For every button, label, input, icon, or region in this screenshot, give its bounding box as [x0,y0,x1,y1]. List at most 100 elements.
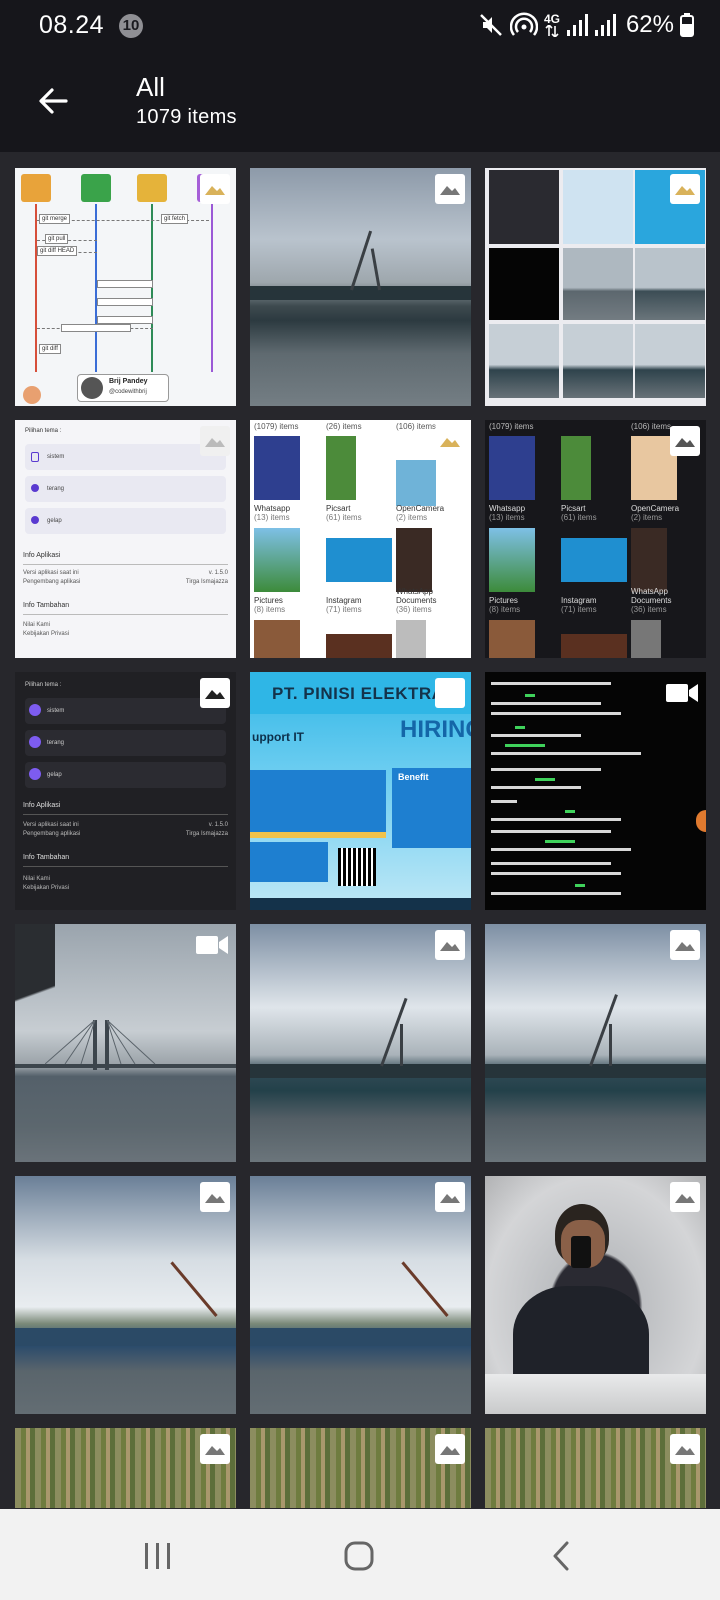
settings-version-value: v. 1.5.0 [208,822,228,828]
caption-handle: @codewithbrij [109,389,147,395]
image-type-icon [435,426,465,456]
settings-version-value: v. 1.5.0 [208,570,228,576]
folder-name: OpenCamera [631,504,680,513]
image-type-icon [435,930,465,960]
folder-name: Instagram [561,596,597,605]
settings-info-heading: Info Aplikasi [23,552,61,559]
image-type-icon [200,426,230,456]
network-label: 4G [543,12,560,26]
settings-developer-value: Tirga Ismajazza [185,831,228,837]
settings-theme-heading: Pilihan tema : [25,682,62,688]
folder-count: (36) items [396,605,432,614]
media-tile[interactable]: Pilihan tema : sistem terang gelap Info … [15,420,236,658]
folder-name: Pictures [254,596,283,605]
video-type-icon [194,930,230,960]
image-type-icon [670,426,700,456]
settings-extra-heading: Info Tambahan [23,602,70,609]
settings-developer-value: Tirga Ismajazza [185,579,228,585]
settings-option: sistem [47,708,65,714]
media-tile[interactable] [485,1428,706,1508]
mute-icon [480,14,502,36]
media-grid-area[interactable]: git merge git fetch git pull git diff HE… [0,152,720,1509]
hotspot-icon [509,12,538,36]
media-tile[interactable]: Pilihan tema : sistem terang gelap Info … [15,672,236,910]
settings-option: sistem [47,454,65,460]
settings-option: terang [47,740,65,746]
folder-count: (36) items [631,605,667,614]
media-tile[interactable]: git merge git fetch git pull git diff HE… [15,168,236,406]
media-tile[interactable] [250,168,471,406]
network-indicator: 4G [544,13,560,37]
media-tile[interactable] [250,924,471,1162]
folder-name: Instagram [326,596,362,605]
media-tile[interactable]: (1079) items (26) items (106) items What… [250,420,471,658]
folder-name: WhatsApp Documents [396,587,437,605]
folder-count: (2) items [396,513,428,522]
settings-info-heading: Info Aplikasi [23,802,61,809]
image-type-icon [435,1434,465,1464]
folder-count: (106) items [631,422,672,431]
image-type-icon [435,174,465,204]
media-tile[interactable] [15,1428,236,1508]
page-title: All [136,72,165,102]
media-tile[interactable] [15,924,236,1162]
folder-name: Whatsapp [254,504,291,513]
signal-icon [566,14,588,36]
media-tile[interactable] [485,924,706,1162]
status-bar: 08.24 10 4G 62% [0,0,720,52]
settings-developer-label: Pengembang aplikasi [23,579,81,585]
media-tile[interactable] [250,1176,471,1414]
media-tile[interactable]: PT. PINISI ELEKTRA HIRING upport IT Bene… [250,672,471,910]
back-icon [553,1541,569,1571]
notification-count-badge: 10 [119,14,143,38]
app-header: All 1079 items [0,52,720,152]
folder-count: (61) items [326,513,362,522]
folder-count: (13) items [254,513,290,522]
folder-count: (1079) items [254,422,299,431]
system-nav-bar [0,1509,720,1600]
folder-count: (106) items [396,422,437,431]
media-tile[interactable]: (1079) items (106) items Whatsapp (13) i… [485,420,706,658]
media-tile[interactable] [485,1176,706,1414]
poster-benefit: Benefit [398,772,429,782]
poster-title: PT. PINISI ELEKTRA [272,684,445,703]
settings-option: gelap [47,518,62,524]
settings-privacy-label: Kebijakan Privasi [23,885,70,891]
settings-developer-label: Pengembang aplikasi [23,831,81,837]
arrow-left-icon [39,88,68,114]
back-button[interactable] [28,76,78,126]
item-count: 1079 items [136,106,237,128]
settings-version-label: Versi aplikasi saat ini [23,570,79,576]
media-tile[interactable] [15,1176,236,1414]
folder-name: Picsart [561,504,586,513]
battery-icon [680,13,694,37]
home-button[interactable] [343,1541,375,1576]
folder-count: (8) items [254,605,286,614]
settings-privacy-label: Kebijakan Privasi [23,631,70,637]
settings-theme-heading: Pilihan tema : [25,428,62,434]
image-type-icon [435,1182,465,1212]
recents-button[interactable] [144,1542,172,1575]
folder-name: OpenCamera [396,504,445,513]
folder-name: Whatsapp [489,504,526,513]
settings-rate-label: Nilai Kami [23,622,51,628]
image-type-icon [670,1182,700,1212]
media-tile[interactable] [250,1428,471,1508]
folder-name: Picsart [326,504,351,513]
nav-back-button[interactable] [550,1540,572,1577]
media-grid: git merge git fetch git pull git diff HE… [15,168,706,1508]
image-type-icon [200,1182,230,1212]
media-tile[interactable] [485,672,706,910]
folder-count: (71) items [326,605,362,614]
settings-version-label: Versi aplikasi saat ini [23,822,79,828]
settings-option: terang [47,486,65,492]
folder-count: (61) items [561,513,597,522]
caption-name: Brij Pandey [109,378,148,385]
folder-count: (13) items [489,513,525,522]
folder-name: Pictures [489,596,518,605]
image-type-icon [200,1434,230,1464]
battery-percent: 62% [625,11,674,38]
media-tile[interactable] [485,168,706,406]
folder-count: (26) items [326,422,362,431]
folder-count: (71) items [561,605,597,614]
